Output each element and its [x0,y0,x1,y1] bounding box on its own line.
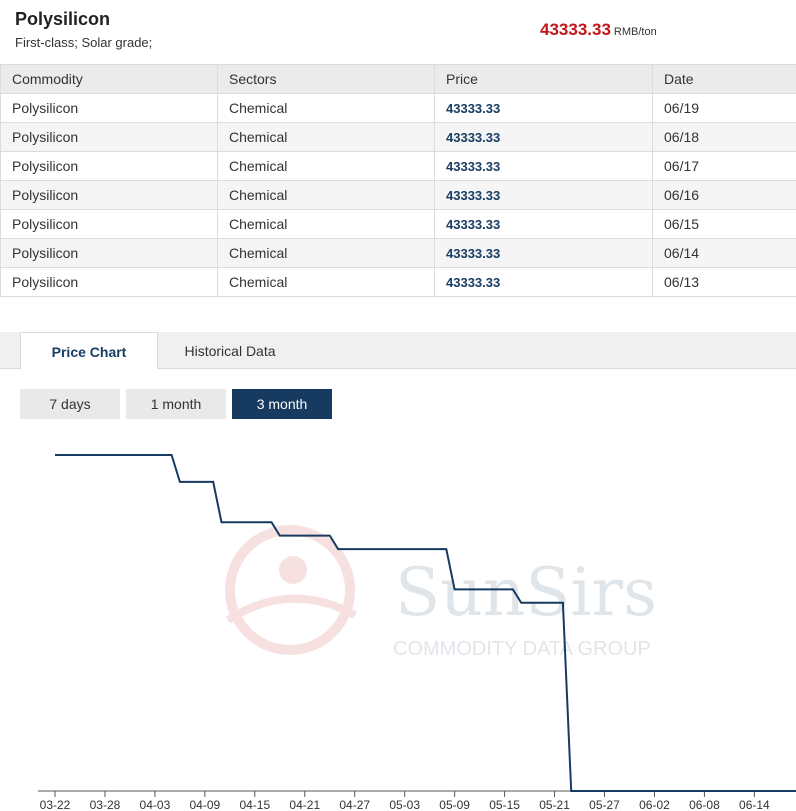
range-1-month-button[interactable]: 1 month [126,389,226,419]
watermark-logo-swoosh [225,594,357,624]
cell-commodity: Polysilicon [0,238,218,268]
x-tick-label: 06-08 [689,798,720,811]
current-price: 43333.33 RMB/ton [540,20,657,40]
x-tick-label: 05-27 [589,798,620,811]
page-title: Polysilicon [15,9,111,29]
page-subtitle: First-class; Solar grade; [15,35,153,50]
table-row: Polysilicon Chemical 43333.33 06/18 [0,122,796,152]
x-tick-label: 05-09 [439,798,470,811]
table-row: Polysilicon Chemical 43333.33 06/19 [0,93,796,123]
header: Polysilicon First-class; Solar grade; 43… [0,0,796,64]
tab-price-chart[interactable]: Price Chart [20,332,158,369]
x-tick-label: 05-21 [539,798,570,811]
x-tick-label: 03-22 [40,798,71,811]
table-header-row: Commodity Sectors Price Date [0,64,796,94]
x-tick-label: 04-09 [190,798,221,811]
cell-date: 06/16 [652,180,796,210]
cell-price: 43333.33 [434,122,653,152]
current-price-unit: RMB/ton [613,26,657,38]
x-tick-label: 04-15 [239,798,270,811]
table-row: Polysilicon Chemical 43333.33 06/16 [0,180,796,210]
x-tick-label: 05-15 [489,798,520,811]
price-table: Commodity Sectors Price Date Polysilicon… [0,64,796,297]
x-tick-label: 04-27 [339,798,370,811]
x-axis-ticks: 03-22 03-28 04-03 04-09 04-15 04-21 04-27 05-03… [40,791,770,811]
table-row: Polysilicon Chemical 43333.33 06/13 [0,267,796,297]
cell-commodity: Polysilicon [0,267,218,297]
watermark-tagline: COMMODITY DATA GROUP [393,638,651,660]
cell-sector: Chemical [217,122,435,152]
cell-price: 43333.33 [434,238,653,268]
watermark-logo-head [279,556,307,584]
cell-date: 06/13 [652,267,796,297]
x-tick-label: 05-03 [389,798,420,811]
cell-price: 43333.33 [434,93,653,123]
chart-tabs: Price Chart Historical Data [0,332,796,369]
watermark-brand: SunSirs [395,554,657,631]
table-row: Polysilicon Chemical 43333.33 06/14 [0,238,796,268]
cell-sector: Chemical [217,238,435,268]
cell-commodity: Polysilicon [0,122,218,152]
price-chart: SunSirs COMMODITY DATA GROUP 03-22 03-28 0… [38,454,796,811]
cell-date: 06/18 [652,122,796,152]
x-tick-label: 03-28 [90,798,121,811]
cell-price: 43333.33 [434,151,653,181]
cell-price: 43333.33 [434,209,653,239]
current-price-value: 43333.33 [540,20,611,39]
cell-sector: Chemical [217,151,435,181]
column-header-sectors: Sectors [217,64,435,94]
column-header-date: Date [652,64,796,94]
table-row: Polysilicon Chemical 43333.33 06/17 [0,151,796,181]
cell-date: 06/15 [652,209,796,239]
cell-date: 06/14 [652,238,796,268]
cell-sector: Chemical [217,267,435,297]
cell-date: 06/17 [652,151,796,181]
cell-commodity: Polysilicon [0,209,218,239]
range-7-days-button[interactable]: 7 days [20,389,120,419]
tab-historical-data[interactable]: Historical Data [160,332,300,369]
table-row: Polysilicon Chemical 43333.33 06/15 [0,209,796,239]
watermark-logo [225,525,355,655]
x-tick-label: 06-14 [739,798,770,811]
column-header-price: Price [434,64,653,94]
cell-sector: Chemical [217,180,435,210]
range-3-month-button[interactable]: 3 month [232,389,332,419]
cell-commodity: Polysilicon [0,93,218,123]
cell-commodity: Polysilicon [0,151,218,181]
cell-price: 43333.33 [434,267,653,297]
x-tick-label: 06-02 [639,798,670,811]
cell-commodity: Polysilicon [0,180,218,210]
cell-sector: Chemical [217,93,435,123]
cell-date: 06/19 [652,93,796,123]
x-tick-label: 04-21 [289,798,320,811]
x-tick-label: 04-03 [140,798,171,811]
cell-price: 43333.33 [434,180,653,210]
column-header-commodity: Commodity [0,64,218,94]
cell-sector: Chemical [217,209,435,239]
